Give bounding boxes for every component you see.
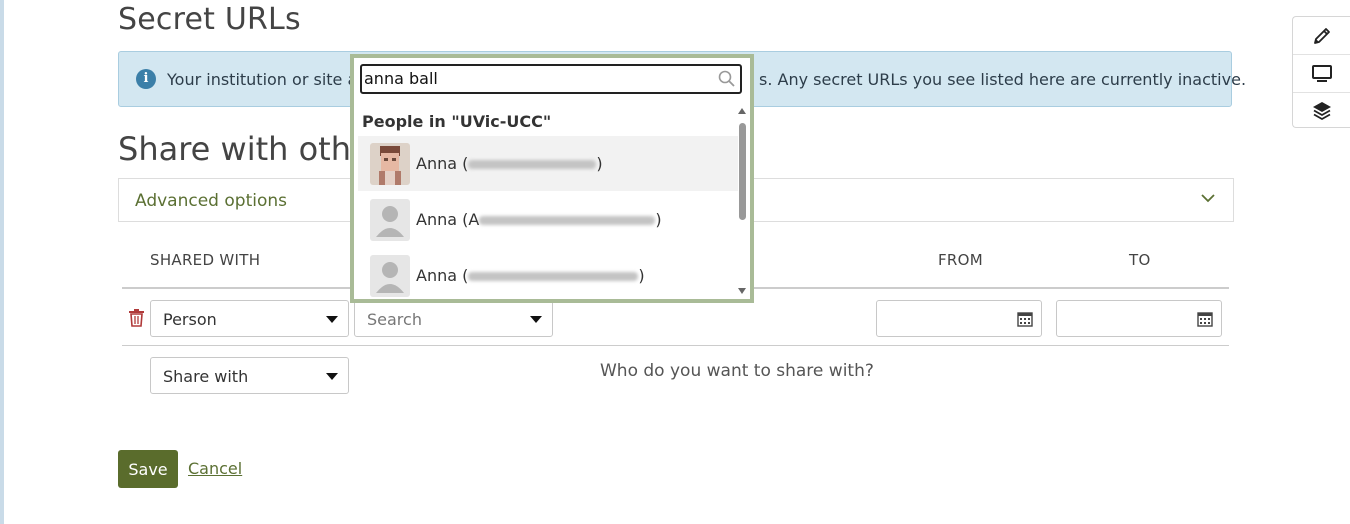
share-type-select[interactable]: Person	[150, 300, 349, 337]
person-search-placeholder: Search	[367, 310, 422, 329]
avatar	[370, 255, 410, 297]
caret-down-icon	[326, 373, 338, 380]
header-from: FROM	[938, 251, 983, 269]
header-to: TO	[1129, 251, 1151, 269]
list-item[interactable]: Anna ()	[358, 248, 738, 303]
layers-icon	[1313, 102, 1331, 121]
share-heading: Share with other	[118, 130, 384, 168]
monitor-icon	[1312, 65, 1332, 82]
avatar	[370, 199, 410, 241]
info-text-end: s. Any secret URLs you see listed here a…	[759, 70, 1247, 89]
list-item-close: )	[596, 154, 603, 173]
chevron-down-icon	[1201, 194, 1215, 203]
row-divider	[122, 345, 1229, 346]
info-icon: i	[136, 69, 156, 89]
to-date-input[interactable]	[1056, 300, 1222, 337]
person-search-dropdown: anna ball People in "UVic-UCC" Anna () A…	[350, 54, 754, 303]
layers-tool-button[interactable]	[1293, 92, 1350, 129]
avatar	[370, 143, 410, 185]
side-toolbar	[1292, 16, 1350, 128]
info-text-start: Your institution or site ad	[167, 70, 368, 89]
redacted-text	[468, 160, 597, 169]
list-item[interactable]: Anna (A)	[358, 192, 738, 247]
scrollbar-thumb[interactable]	[739, 123, 746, 220]
search-icon	[718, 70, 735, 87]
edit-tool-button[interactable]	[1293, 17, 1350, 54]
list-item-name: Anna ()	[416, 266, 645, 285]
save-button[interactable]: Save	[118, 450, 178, 488]
pencil-icon	[1314, 28, 1330, 44]
list-item-name: Anna (A)	[416, 210, 662, 229]
list-item[interactable]: Anna ()	[358, 136, 738, 191]
cancel-link[interactable]: Cancel	[188, 459, 242, 478]
dropdown-search-value: anna ball	[364, 69, 438, 88]
redacted-text	[479, 216, 656, 225]
left-edge-bar	[0, 0, 4, 524]
caret-down-icon	[530, 316, 542, 323]
caret-down-icon	[326, 316, 338, 323]
calendar-icon[interactable]	[1197, 311, 1213, 327]
display-tool-button[interactable]	[1293, 55, 1350, 92]
page-title: Secret URLs	[118, 2, 301, 37]
header-shared-with: SHARED WITH	[150, 251, 261, 269]
dropdown-search-input[interactable]: anna ball	[360, 64, 742, 94]
list-item-first-name: Anna (	[416, 154, 469, 173]
dropdown-scrollbar[interactable]	[738, 108, 746, 294]
share-hint-text: Who do you want to share with?	[600, 361, 874, 381]
advanced-options-label: Advanced options	[135, 191, 287, 211]
scroll-down-icon[interactable]	[738, 288, 746, 294]
scroll-up-icon[interactable]	[738, 108, 746, 114]
list-item-first-name: Anna (	[416, 266, 469, 285]
from-date-input[interactable]	[876, 300, 1042, 337]
share-type-value: Person	[163, 310, 217, 329]
list-item-name: Anna ()	[416, 154, 603, 173]
calendar-icon[interactable]	[1017, 311, 1033, 327]
share-with-value: Share with	[163, 367, 249, 386]
list-item-close: )	[655, 210, 662, 229]
trash-icon[interactable]	[128, 309, 145, 327]
dropdown-group-label: People in "UVic-UCC"	[362, 112, 552, 131]
list-item-close: )	[638, 266, 645, 285]
redacted-text	[468, 272, 639, 281]
person-search-select[interactable]: Search	[354, 300, 553, 337]
list-item-first-name: Anna (A	[416, 210, 480, 229]
share-with-select[interactable]: Share with	[150, 357, 349, 394]
